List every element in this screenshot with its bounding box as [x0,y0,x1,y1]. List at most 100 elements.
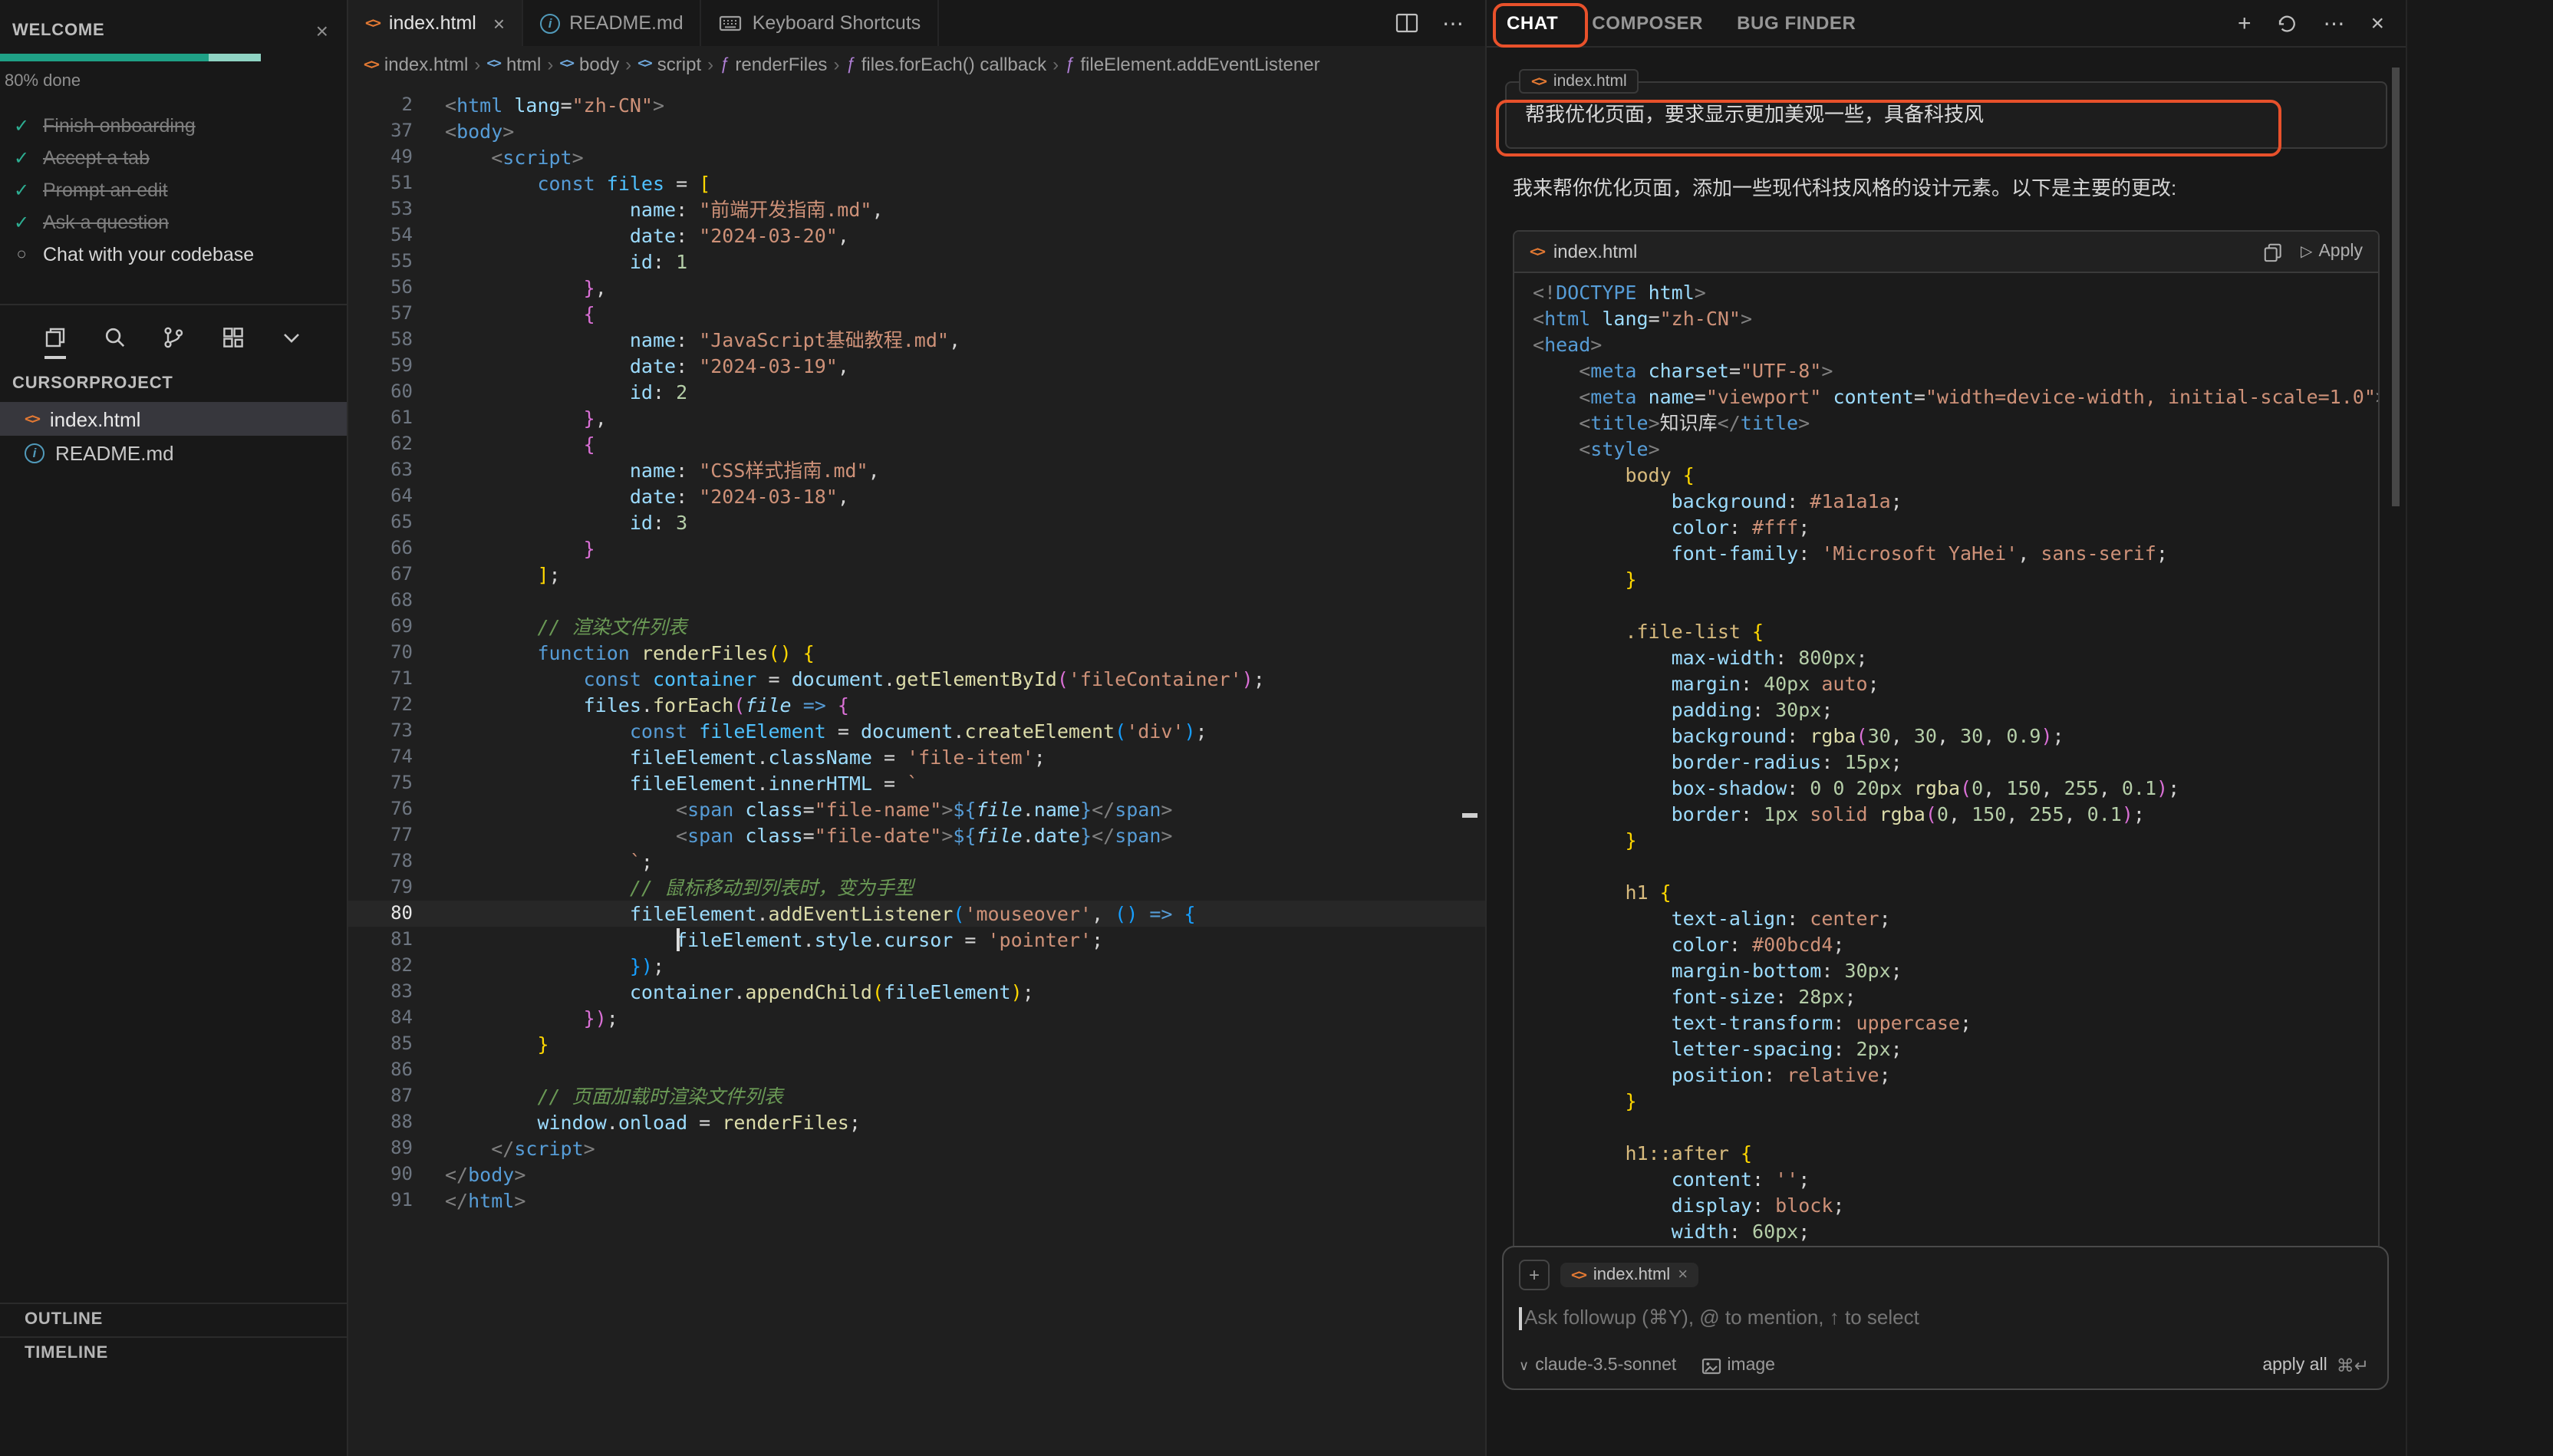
more-actions-icon[interactable] [2323,10,2346,36]
tag-symbol-icon [559,57,573,72]
code-editor[interactable]: 2<html lang="zh-CN">37<body>49 <script>5… [348,83,1485,1456]
add-context-button[interactable] [1519,1260,1550,1290]
user-message-text: 帮我优化页面，要求显示更加美观一些，具备科技风 [1525,103,2367,127]
code-line: font-family: 'Microsoft YaHei', sans-ser… [1533,540,2360,566]
text-cursor [1519,1306,1521,1329]
line-number: 59 [348,353,413,379]
line-number: 85 [348,1031,413,1057]
code-line: 65 id: 3 [348,509,1485,535]
history-icon[interactable] [2275,12,2298,35]
code-text: date: "2024-03-20", [445,222,849,249]
apply-all-button[interactable]: apply all ⌘↵ [2262,1355,2369,1376]
remove-chip-icon[interactable] [1678,1266,1688,1284]
chat-input-field[interactable]: Ask followup (⌘Y), @ to mention, ↑ to se… [1519,1306,2372,1330]
line-number: 80 [348,901,413,927]
code-text: position: relative; [1533,1062,1891,1088]
extensions-icon[interactable] [220,325,245,350]
copy-pages-icon[interactable] [43,325,68,350]
line-number: 76 [348,796,413,822]
line-number: 87 [348,1083,413,1109]
code-line: 88 window.onload = renderFiles; [348,1109,1485,1135]
file-row-readme-md[interactable]: README.md [0,436,347,469]
tab-chat[interactable]: CHAT [1507,12,1558,34]
search-icon[interactable] [102,325,127,350]
assistant-code-block: index.html Apply <!DOCTYPE html><html la… [1513,230,2380,1246]
tab-index-html[interactable]: index.html [348,0,523,46]
line-number: 49 [348,144,413,170]
html-file-icon [1571,1267,1586,1283]
breadcrumb-item[interactable]: renderFiles [720,54,827,75]
breadcrumb-item[interactable]: index.html [364,54,468,75]
code-text: }, [445,275,607,301]
copy-icon[interactable] [2262,242,2282,262]
code-line: 79 // 鼠标移动到列表时，变为手型 [348,875,1485,901]
code-line: 37<body> [348,118,1485,144]
more-actions-icon[interactable] [1442,10,1465,36]
code-line: 70 function renderFiles() { [348,640,1485,666]
outline-panel-header[interactable]: OUTLINE [0,1303,347,1336]
apply-button[interactable]: Apply [2301,242,2363,261]
chat-panel-header: CHAT COMPOSER BUG FINDER [1487,0,2406,48]
app-window: WELCOME × 80% done Finish onboarding Acc… [0,0,2553,1456]
editor-tab-bar: index.html README.md Keyboard Shortcuts [348,0,1485,46]
tab-composer[interactable]: COMPOSER [1592,12,1703,34]
breadcrumb-item[interactable]: script [637,54,701,75]
code-text: body { [1533,462,1695,488]
breadcrumb-item[interactable]: files.forEach() callback [845,54,1046,75]
code-line: 89 </script> [348,1135,1485,1161]
tab-readme-md[interactable]: README.md [523,0,702,46]
code-text: <html lang="zh-CN"> [1533,305,1752,331]
file-row-index-html[interactable]: index.html [0,402,347,436]
tag-symbol-icon [637,57,651,72]
breadcrumb-item[interactable]: body [559,54,619,75]
line-number: 68 [348,588,413,614]
code-text: <span class="file-date">${file.date}</sp… [445,822,1172,848]
source-control-icon[interactable] [161,325,186,350]
checklist-item[interactable]: Accept a tab [0,141,347,173]
checklist-item[interactable]: Ask a question [0,206,347,238]
input-context-chips: index.html [1519,1260,2372,1290]
code-line: background: #1a1a1a; [1533,488,2360,514]
chevron-down-icon[interactable] [279,325,304,350]
breadcrumb-separator [707,54,713,75]
checklist-item[interactable]: Finish onboarding [0,109,347,141]
breadcrumb-item[interactable]: html [486,54,541,75]
code-line: 86 [348,1057,1485,1083]
code-line: 91</html> [348,1188,1485,1214]
breadcrumb-item[interactable]: fileElement.addEventListener [1065,54,1319,75]
sidebar-bottom-panels: OUTLINE TIMELINE [0,1303,347,1370]
code-line: box-shadow: 0 0 20px rgba(0, 150, 255, 0… [1533,775,2360,801]
line-number: 77 [348,822,413,848]
checklist-item[interactable]: Prompt an edit [0,173,347,206]
split-editor-icon[interactable] [1395,11,1419,35]
code-text: background: rgba(30, 30, 30, 0.9); [1533,723,2064,749]
new-chat-icon[interactable] [2238,10,2252,36]
input-file-chip[interactable]: index.html [1560,1263,1698,1287]
close-icon[interactable] [493,13,505,33]
code-text: max-width: 800px; [1533,644,1868,670]
tag-symbol-icon [486,57,500,72]
code-line: 53 name: "前端开发指南.md", [348,196,1485,222]
code-text: id: 2 [445,379,687,405]
code-text: color: #00bcd4; [1533,931,1844,957]
code-line: <!DOCTYPE html> [1533,279,2360,305]
attach-image-button[interactable]: image [1701,1356,1775,1375]
model-selector[interactable]: claude-3.5-sonnet [1519,1356,1676,1375]
file-name: index.html [50,407,141,430]
code-line: display: block; [1533,1192,2360,1218]
chat-input-box[interactable]: index.html Ask followup (⌘Y), @ to menti… [1502,1246,2389,1390]
editor-actions [1375,0,1485,46]
code-lines: 2<html lang="zh-CN">37<body>49 <script>5… [348,83,1485,1214]
close-panel-icon[interactable] [2370,10,2384,36]
close-icon[interactable]: × [316,20,328,41]
timeline-panel-header[interactable]: TIMELINE [0,1336,347,1370]
tab-bug-finder[interactable]: BUG FINDER [1737,12,1856,34]
tab-keyboard-shortcuts[interactable]: Keyboard Shortcuts [702,0,940,46]
context-file-chip[interactable]: index.html [1519,69,1639,94]
chat-panel: CHAT COMPOSER BUG FINDER index.html 帮我优化… [1485,0,2406,1456]
code-text: content: ''; [1533,1166,1810,1192]
checklist-item[interactable]: Chat with your codebase [0,238,347,270]
chat-scrollbar-thumb[interactable] [2392,68,2400,506]
tab-label: Keyboard Shortcuts [753,12,921,34]
code-line: color: #00bcd4; [1533,931,2360,957]
